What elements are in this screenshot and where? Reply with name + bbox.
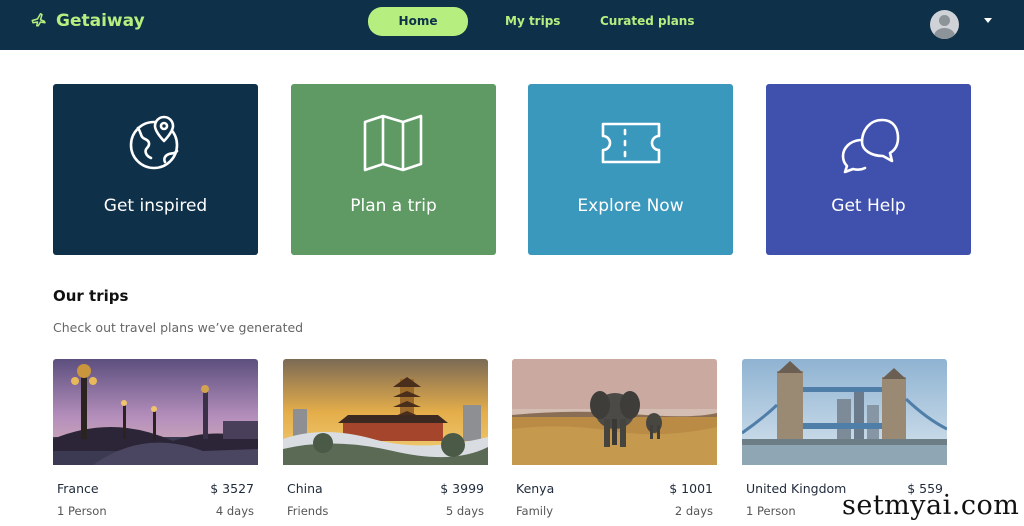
trip-card-france[interactable]: France $ 3527 1 Person 4 days — [53, 359, 258, 526]
trip-card-kenya[interactable]: Kenya $ 1001 Family 2 days — [512, 359, 717, 526]
elephant-savanna-photo — [512, 359, 717, 465]
chat-bubbles-icon — [838, 112, 900, 174]
watermark: setmyai.com — [842, 490, 1020, 521]
trip-duration: 5 days — [445, 504, 484, 518]
brand-name: Getaiway — [56, 11, 145, 31]
trip-country: Kenya — [516, 481, 555, 496]
tower-bridge-photo — [742, 359, 947, 465]
trip-travelers: Friends — [287, 504, 329, 518]
avatar-body — [934, 28, 955, 39]
map-icon — [363, 112, 425, 174]
get-help-card[interactable]: Get Help — [766, 84, 971, 255]
section-title: Our trips — [53, 287, 129, 305]
airplane-icon — [30, 10, 48, 32]
trip-duration: 2 days — [674, 504, 713, 518]
trip-price: $ 1001 — [669, 481, 713, 496]
nav-home[interactable]: Home — [368, 7, 468, 36]
paris-bridge-photo — [53, 359, 258, 465]
chevron-down-icon[interactable] — [984, 18, 992, 23]
trip-travelers: Family — [516, 504, 554, 518]
trip-travelers: 1 Person — [57, 504, 107, 518]
trip-price: $ 3527 — [210, 481, 254, 496]
get-inspired-label: Get inspired — [103, 196, 208, 216]
avatar-head — [939, 15, 950, 26]
nav-curated-plans[interactable]: Curated plans — [600, 7, 695, 36]
section-subtitle: Check out travel plans we’ve generated — [53, 320, 304, 335]
trip-travelers: 1 Person — [746, 504, 796, 518]
ticket-icon — [600, 112, 662, 174]
nav-my-trips[interactable]: My trips — [505, 7, 560, 36]
top-navigation-bar: Getaiway Home My trips Curated plans — [0, 0, 1024, 50]
trip-country: China — [287, 481, 323, 496]
chinese-pagoda-photo — [283, 359, 488, 465]
trip-price: $ 3999 — [440, 481, 484, 496]
explore-now-card[interactable]: Explore Now — [528, 84, 733, 255]
plan-a-trip-label: Plan a trip — [350, 196, 437, 216]
brand-logo[interactable]: Getaiway — [30, 10, 145, 32]
globe-pin-icon — [125, 112, 187, 174]
trip-duration: 4 days — [215, 504, 254, 518]
get-help-label: Get Help — [831, 196, 906, 216]
trip-card-china[interactable]: China $ 3999 Friends 5 days — [283, 359, 488, 526]
plan-a-trip-card[interactable]: Plan a trip — [291, 84, 496, 255]
main-nav: Home — [368, 7, 468, 36]
avatar[interactable] — [930, 10, 959, 39]
get-inspired-card[interactable]: Get inspired — [53, 84, 258, 255]
trip-country: France — [57, 481, 99, 496]
trip-country: United Kingdom — [746, 481, 847, 496]
explore-now-label: Explore Now — [577, 196, 684, 216]
